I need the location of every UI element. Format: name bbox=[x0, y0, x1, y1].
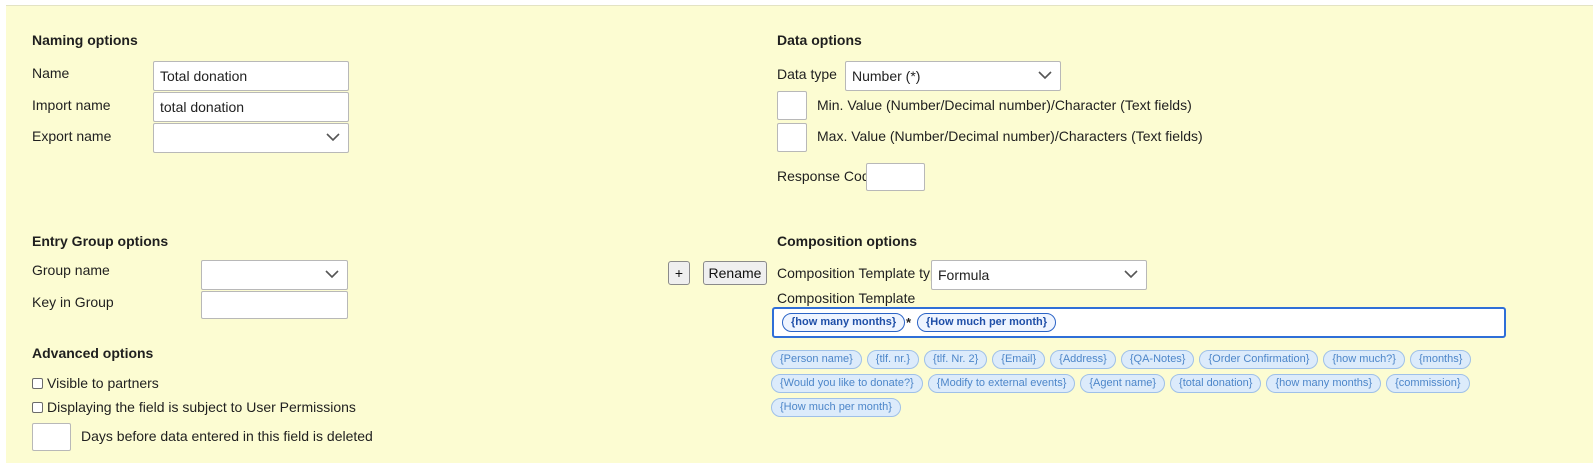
variable-chip[interactable]: {Person name} bbox=[771, 350, 862, 369]
naming-options-heading: Naming options bbox=[32, 32, 138, 48]
variable-chip[interactable]: {commission} bbox=[1386, 374, 1470, 393]
group-name-label: Group name bbox=[32, 262, 110, 278]
min-value-label: Min. Value (Number/Decimal number)/Chara… bbox=[817, 97, 1192, 113]
import-name-label: Import name bbox=[32, 97, 111, 113]
chevron-down-icon bbox=[1124, 270, 1138, 279]
variable-chip[interactable]: {Would you like to donate?} bbox=[771, 374, 923, 393]
data-type-value: Number (*) bbox=[852, 68, 921, 84]
template-token-chip[interactable]: {How much per month} bbox=[917, 313, 1057, 332]
response-code-label: Response Code bbox=[777, 168, 878, 184]
variable-chip[interactable]: {tlf. Nr. 2} bbox=[924, 350, 988, 369]
composition-options-heading: Composition options bbox=[777, 233, 917, 249]
export-name-label: Export name bbox=[32, 128, 112, 144]
variable-chip[interactable]: {Modify to external events} bbox=[927, 374, 1076, 393]
max-value-label: Max. Value (Number/Decimal number)/Chara… bbox=[817, 128, 1203, 144]
response-code-input[interactable] bbox=[866, 163, 925, 191]
key-in-group-input[interactable] bbox=[201, 291, 348, 319]
add-group-button[interactable]: + bbox=[668, 261, 690, 285]
variable-chip[interactable]: {Address} bbox=[1050, 350, 1116, 369]
entry-group-heading: Entry Group options bbox=[32, 233, 169, 249]
template-type-label: Composition Template type bbox=[777, 265, 946, 281]
chevron-down-icon bbox=[1038, 71, 1052, 80]
advanced-options-heading: Advanced options bbox=[32, 345, 154, 361]
data-type-label: Data type bbox=[777, 66, 837, 82]
composition-template-label: Composition Template bbox=[777, 290, 916, 306]
template-token-chip[interactable]: {how many months} bbox=[782, 313, 906, 332]
variable-chip[interactable]: {how many months} bbox=[1266, 374, 1382, 393]
template-type-select[interactable]: Formula bbox=[931, 260, 1147, 290]
chevron-down-icon bbox=[325, 270, 339, 279]
days-before-deletion-label: Days before data entered in this field i… bbox=[81, 428, 373, 444]
variable-chip[interactable]: {months} bbox=[1409, 350, 1472, 369]
key-in-group-label: Key in Group bbox=[32, 294, 114, 310]
variable-chip[interactable]: {Email} bbox=[992, 350, 1046, 369]
export-name-select[interactable] bbox=[153, 123, 349, 153]
name-input[interactable] bbox=[153, 61, 349, 91]
variable-chip[interactable]: {how much?} bbox=[1323, 350, 1405, 369]
import-name-input[interactable] bbox=[153, 92, 349, 122]
variable-chip[interactable]: {QA-Notes} bbox=[1120, 350, 1195, 369]
name-label: Name bbox=[32, 65, 70, 81]
variable-chip[interactable]: {How much per month} bbox=[771, 398, 901, 417]
visible-to-partners-label: Visible to partners bbox=[47, 375, 159, 391]
user-permissions-checkbox[interactable] bbox=[32, 402, 43, 413]
data-type-select[interactable]: Number (*) bbox=[845, 61, 1061, 91]
composition-template-editor[interactable]: {how many months} * {How much per month} bbox=[772, 307, 1506, 338]
template-variable-list: {Person name} {tlf. nr.} {tlf. Nr. 2} {E… bbox=[771, 350, 1511, 417]
variable-chip[interactable]: {tlf. nr.} bbox=[866, 350, 920, 369]
rename-group-button[interactable]: Rename bbox=[703, 261, 767, 285]
days-before-deletion-input[interactable] bbox=[32, 423, 71, 451]
chevron-down-icon bbox=[326, 133, 340, 142]
data-options-heading: Data options bbox=[777, 32, 862, 48]
variable-chip[interactable]: {Agent name} bbox=[1080, 374, 1166, 393]
template-type-value: Formula bbox=[938, 267, 990, 283]
max-value-input[interactable] bbox=[777, 123, 807, 152]
template-operator: * bbox=[906, 315, 912, 330]
user-permissions-label: Displaying the field is subject to User … bbox=[47, 399, 356, 415]
group-name-select[interactable] bbox=[201, 260, 348, 290]
variable-chip[interactable]: {total donation} bbox=[1170, 374, 1262, 393]
min-value-input[interactable] bbox=[777, 91, 807, 120]
visible-to-partners-checkbox[interactable] bbox=[32, 378, 43, 389]
variable-chip[interactable]: {Order Confirmation} bbox=[1199, 350, 1319, 369]
